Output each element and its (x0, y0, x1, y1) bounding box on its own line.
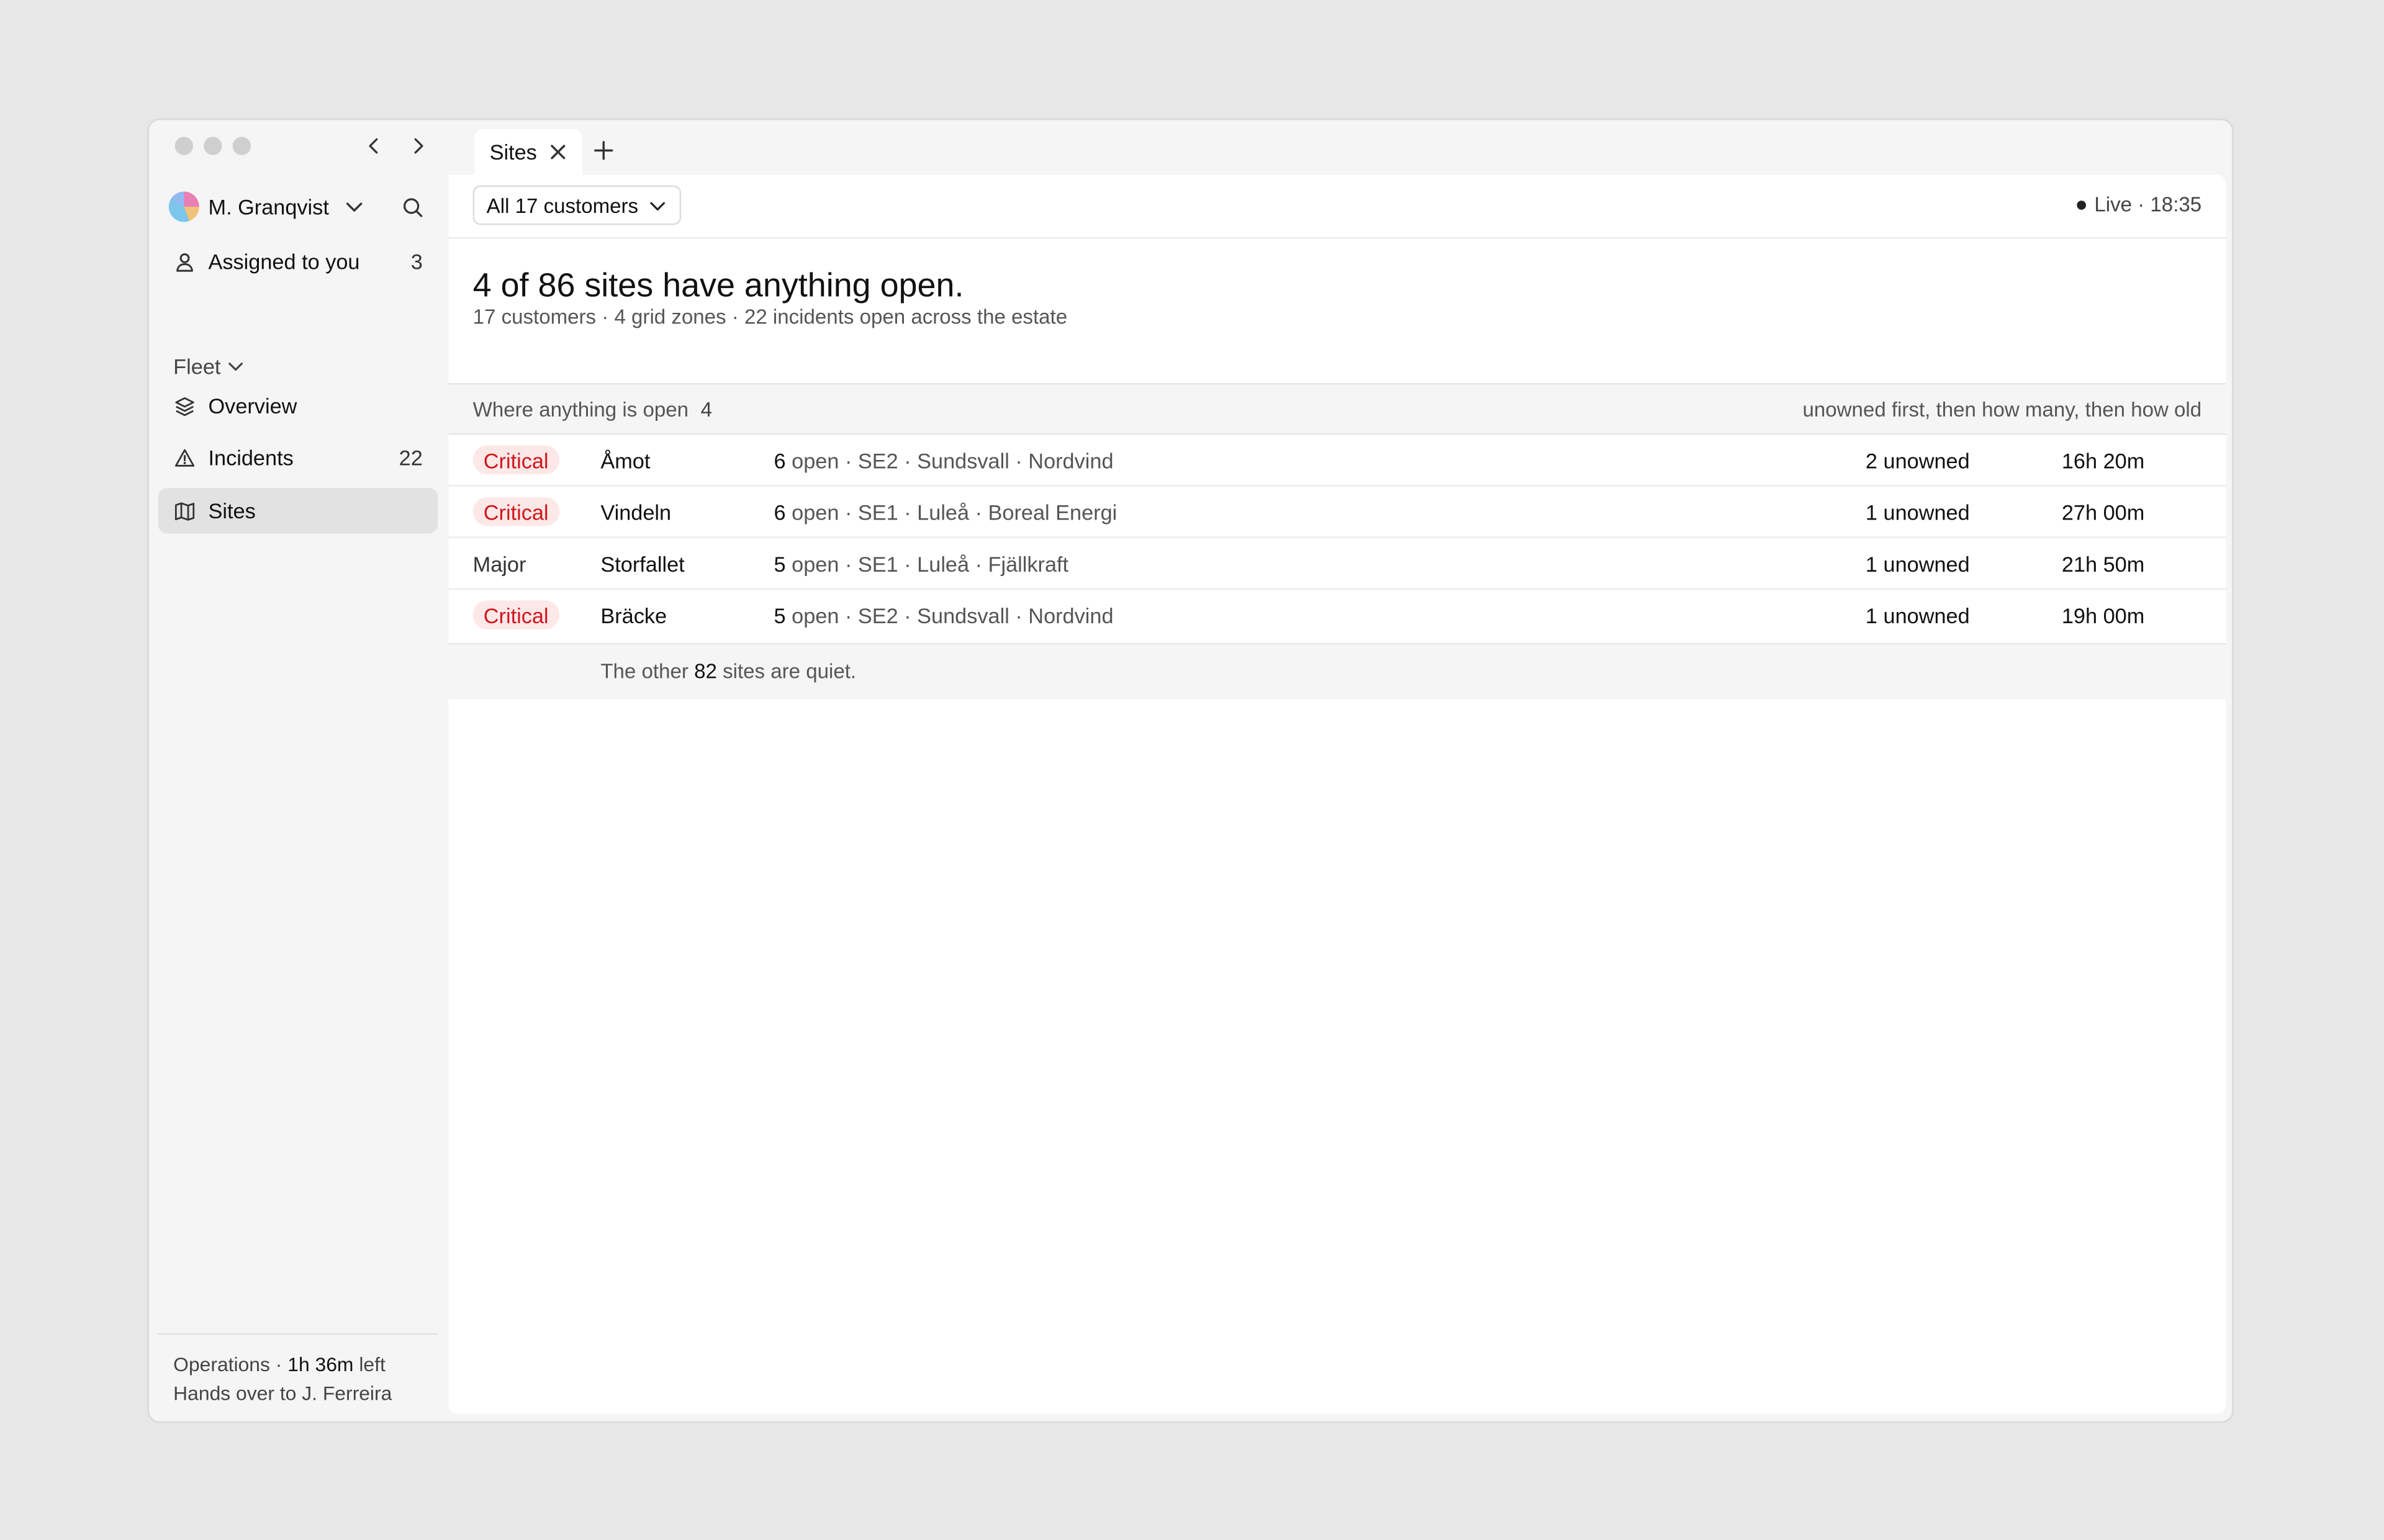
site-detail-text: open · SE1 · Luleå · Fjällkraft (785, 551, 1069, 577)
new-tab-button[interactable] (589, 135, 619, 166)
open-count: 5 (774, 603, 786, 628)
screen: Sites M. Granqvist Assigned to you 3 Fle… (0, 0, 2384, 1540)
back-button[interactable] (358, 129, 391, 163)
open-age: 19h 00m (2061, 603, 2145, 628)
open-count: 5 (774, 551, 786, 577)
chevron-down-icon (228, 362, 243, 371)
tab-label: Sites (489, 140, 537, 164)
sidebar-item-sites[interactable]: Sites (158, 488, 438, 534)
main-panel: All 17 customers Live · 18:35 4 of 86 si… (448, 174, 2226, 1414)
list-header-label: Where anything is open (472, 398, 689, 421)
chevron-right-icon (414, 138, 423, 154)
map-icon (173, 499, 196, 522)
quiet-prefix: The other (600, 659, 695, 683)
customer-filter-dropdown[interactable]: All 17 customers (472, 185, 681, 225)
live-label: Live · 18:35 (2094, 193, 2202, 216)
sidebar-item-label: Sites (208, 498, 256, 523)
minimize-window-button[interactable] (204, 137, 222, 155)
sidebar-item-label: Incidents (208, 445, 294, 470)
quiet-count: 82 (694, 659, 717, 683)
page-title: 4 of 86 sites have anything open. (472, 266, 964, 304)
site-name: Vindeln (600, 500, 672, 525)
site-row[interactable]: Critical Bräcke 5 open · SE2 · Sundsvall… (448, 590, 2226, 641)
handover-note: Hands over to J. Ferreira (173, 1382, 392, 1405)
sidebar-item-count: 3 (410, 249, 423, 274)
forward-button[interactable] (402, 129, 435, 163)
chevron-left-icon (369, 138, 378, 154)
site-row[interactable]: Critical Vindeln 6 open · SE1 · Luleå · … (448, 487, 2226, 538)
close-window-button[interactable] (174, 137, 194, 155)
quiet-sites-note: The other 82 sites are quiet. (448, 642, 2226, 700)
shift-suffix: left (353, 1353, 386, 1376)
chevron-down-icon (346, 202, 363, 212)
sidebar-item-assigned[interactable]: Assigned to you 3 (158, 238, 438, 284)
avatar (168, 191, 199, 222)
list-header: Where anything is open 4 unowned first, t… (448, 383, 2226, 435)
user-name: M. Granqvist (208, 194, 329, 219)
unowned-count: 1 unowned (1865, 603, 1970, 628)
zoom-window-button[interactable] (232, 137, 251, 155)
open-age: 27h 00m (2061, 500, 2145, 525)
tab-sites[interactable]: Sites (474, 129, 583, 175)
site-name: Bräcke (600, 603, 667, 628)
site-row[interactable]: Major Storfallet 5 open · SE1 · Luleå · … (448, 538, 2226, 590)
filter-label: All 17 customers (486, 194, 639, 217)
window-controls (174, 137, 251, 155)
list-header-count: 4 (700, 398, 713, 421)
shift-time: 1h 36m (287, 1353, 354, 1376)
open-age: 21h 50m (2061, 551, 2145, 577)
site-detail: 6 open · SE1 · Luleå · Boreal Energi (774, 500, 1118, 525)
sort-note: unowned first, then how many, then how o… (1802, 398, 2202, 421)
layers-icon (173, 395, 196, 418)
site-detail-text: open · SE2 · Sundsvall · Nordvind (785, 603, 1114, 628)
close-tab-icon[interactable] (549, 143, 567, 161)
severity-badge: Critical (472, 445, 559, 475)
site-detail: 6 open · SE2 · Sundsvall · Nordvind (774, 448, 1114, 472)
sidebar-item-label: Assigned to you (208, 249, 360, 274)
sidebar-item-label: Overview (208, 394, 297, 418)
live-dot-icon (2077, 200, 2087, 209)
site-name: Storfallet (600, 551, 685, 577)
site-detail-text: open · SE1 · Luleå · Boreal Energi (785, 500, 1118, 525)
open-count: 6 (774, 500, 786, 525)
sidebar-group-label: Fleet (173, 354, 221, 379)
site-row[interactable]: Critical Åmot 6 open · SE2 · Sundsvall ·… (448, 435, 2226, 487)
quiet-suffix: sites are quiet. (716, 659, 857, 683)
site-name: Åmot (600, 448, 651, 473)
shift-status: Operations · 1h 36m left Hands over to J… (158, 1333, 438, 1421)
warning-triangle-icon (173, 446, 196, 469)
sidebar-item-incidents[interactable]: Incidents 22 (158, 435, 438, 480)
unowned-count: 1 unowned (1865, 551, 1970, 577)
person-icon (173, 250, 196, 273)
page-subtitle: 17 customers · 4 grid zones · 22 inciden… (472, 305, 1068, 328)
sidebar-group-fleet[interactable]: Fleet (173, 354, 245, 379)
open-age: 16h 20m (2061, 448, 2145, 473)
plus-icon (594, 141, 613, 160)
site-detail: 5 open · SE1 · Luleå · Fjällkraft (774, 552, 1069, 576)
search-button[interactable] (397, 192, 427, 222)
open-count: 6 (774, 448, 786, 473)
user-menu[interactable]: M. Granqvist (168, 190, 366, 223)
site-detail-text: open · SE2 · Sundsvall · Nordvind (785, 448, 1114, 473)
site-detail: 5 open · SE2 · Sundsvall · Nordvind (774, 603, 1114, 628)
shift-label: Operations · (173, 1353, 288, 1376)
shift-remaining: Operations · 1h 36m left (173, 1350, 423, 1379)
sidebar-item-count: 22 (399, 445, 423, 470)
unowned-count: 2 unowned (1865, 448, 1970, 473)
severity-badge: Critical (472, 600, 559, 629)
search-icon (402, 197, 422, 217)
app-window: Sites M. Granqvist Assigned to you 3 Fle… (147, 119, 2234, 1423)
live-indicator: Live · 18:35 (2077, 193, 2201, 216)
sidebar-item-overview[interactable]: Overview (158, 383, 438, 428)
severity-label: Major (472, 551, 526, 575)
unowned-count: 1 unowned (1865, 500, 1970, 525)
sidebar: M. Granqvist Assigned to you 3 Fleet Ove… (149, 175, 447, 1421)
chevron-down-icon (649, 201, 665, 210)
toolbar: All 17 customers Live · 18:35 (448, 175, 2226, 239)
severity-badge: Critical (472, 497, 559, 526)
